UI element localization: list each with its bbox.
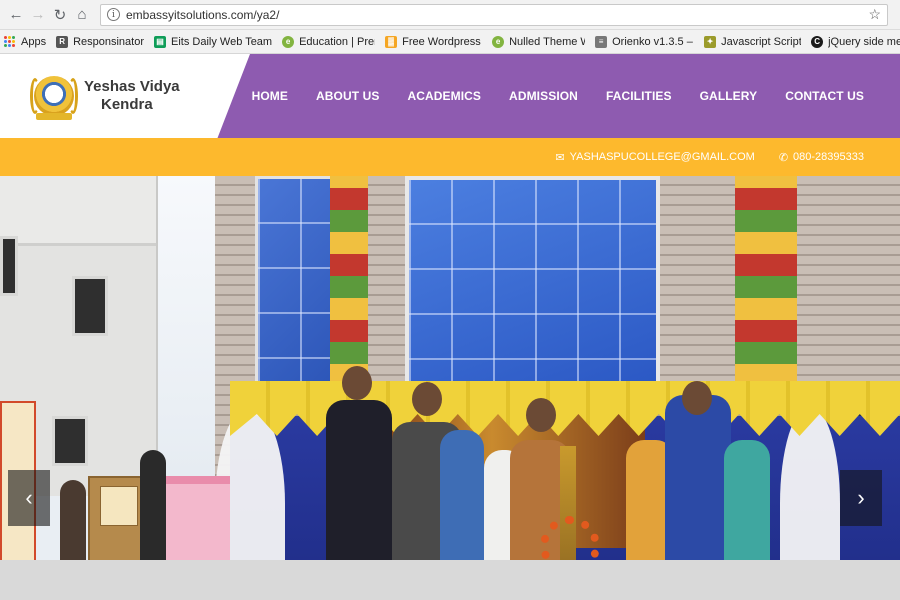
home-icon[interactable]: ⌂ [72,5,92,25]
bookmark-education[interactable]: e Education | Premium [282,35,375,48]
email-text: YASHASPUCOLLEGE@GMAIL.COM [569,151,755,163]
bookmark-label: jQuery side menu Plu [828,35,900,48]
envato-icon: e [492,35,505,48]
phone-text: 080-28395333 [793,151,864,163]
main-navigation: HOME ABOUT US ACADEMICS ADMISSION FACILI… [224,54,864,138]
bookmark-eits[interactable]: ▤ Eits Daily Web Team [154,35,273,48]
chevron-right-icon: › [857,485,865,510]
nav-about-us[interactable]: ABOUT US [316,89,379,103]
envato-icon: e [282,35,295,48]
nav-academics[interactable]: ACADEMICS [407,89,481,103]
page-icon: ▓ [385,35,398,48]
bookmark-orienko[interactable]: ≡ Orienko v1.3.5 – Woo [595,35,694,48]
brand-name: Yeshas Vidya Kendra [84,78,180,114]
bookmark-label: Apps [21,35,47,48]
logo-area[interactable]: Yeshas Vidya Kendra [0,54,250,138]
document-icon: ≡ [595,35,608,48]
bookmark-label: Eits Daily Web Team [171,35,273,48]
person-head [342,366,372,400]
bookmark-label: Free Wordpress them [402,35,482,48]
bookmark-javascript-scripts[interactable]: ✦ Javascript Scripts, Fre [704,35,802,48]
person-head [682,381,712,415]
slider-prev-button[interactable]: ‹ [8,470,50,526]
striped-column [735,176,797,386]
script-icon: ✦ [704,35,717,48]
person-head [526,398,556,432]
bookmark-nulled-theme[interactable]: e Nulled Theme Wordp [492,35,585,48]
contact-phone[interactable]: ✆ 080-28395333 [779,151,864,164]
site-header: Yeshas Vidya Kendra HOME ABOUT US ACADEM… [0,54,900,138]
person-head [412,382,442,416]
striped-column [330,176,368,386]
slider-next-button[interactable]: › [840,470,882,526]
bookmark-responsinator[interactable]: R Responsinator [56,35,145,48]
glass-tower [255,176,335,386]
reload-icon[interactable]: ↻ [50,5,70,25]
glass-facade [405,176,660,391]
brand-line-1: Yeshas Vidya [84,78,180,95]
brand-line-2: Kendra [101,96,153,113]
bookmark-star-icon[interactable]: ☆ [868,6,881,23]
hero-slider: ‹ › [0,176,900,600]
contact-bar: ✉ YASHASPUCOLLEGE@GMAIL.COM ✆ 080-283953… [0,138,900,176]
nav-gallery[interactable]: GALLERY [700,89,758,103]
browser-toolbar: ← → ↻ ⌂ i embassyitsolutions.com/ya2/ ☆ [0,0,900,30]
apps-grid-icon [4,35,16,48]
bookmark-label: Nulled Theme Wordp [509,35,585,48]
chevron-left-icon: ‹ [25,485,33,510]
bookmark-jquery-side-menu[interactable]: C jQuery side menu Plu [811,35,900,48]
bookmark-label: Education | Premium [299,35,375,48]
envelope-icon: ✉ [555,151,565,164]
address-bar[interactable]: i embassyitsolutions.com/ya2/ ☆ [100,3,888,26]
back-icon[interactable]: ← [6,5,26,25]
bookmark-apps[interactable]: Apps [4,35,47,48]
school-emblem-icon [30,72,78,120]
forward-icon[interactable]: → [28,5,48,25]
nav-home[interactable]: HOME [252,89,288,103]
bookmark-label: Responsinator [73,35,145,48]
phone-icon: ✆ [778,151,789,164]
nav-facilities[interactable]: FACILITIES [606,89,672,103]
bookmark-free-wordpress[interactable]: ▓ Free Wordpress them [385,35,482,48]
bookmark-label: Javascript Scripts, Fre [721,35,802,48]
nav-contact-us[interactable]: CONTACT US [785,89,864,103]
nav-admission[interactable]: ADMISSION [509,89,578,103]
contact-email[interactable]: ✉ YASHASPUCOLLEGE@GMAIL.COM [555,151,754,164]
bookmarks-bar: Apps R Responsinator ▤ Eits Daily Web Te… [0,30,900,54]
jquery-icon: C [811,35,824,48]
info-icon[interactable]: i [107,8,120,21]
bookmark-label: Orienko v1.3.5 – Woo [612,35,694,48]
stage-floor [0,560,900,600]
address-url: embassyitsolutions.com/ya2/ [126,7,280,22]
sheets-icon: ▤ [154,35,167,48]
responsinator-icon: R [56,35,69,48]
